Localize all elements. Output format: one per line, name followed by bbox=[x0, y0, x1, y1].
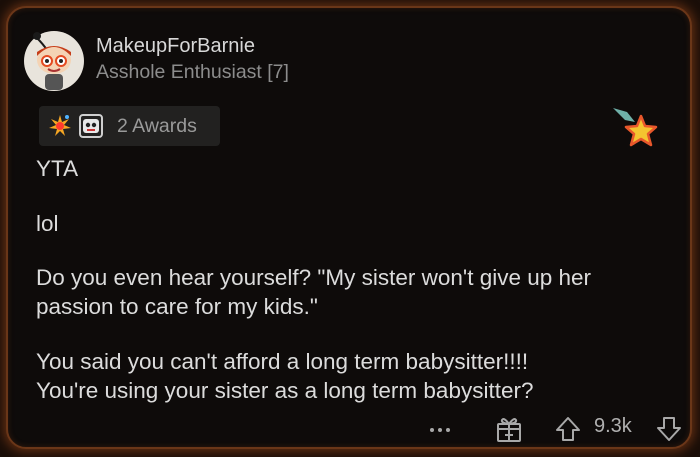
robot-award-icon bbox=[79, 114, 103, 138]
user-flair: Asshole Enthusiast [7] bbox=[96, 61, 289, 83]
comment-line: You're using your sister as a long term … bbox=[36, 378, 534, 403]
username[interactable]: MakeupForBarnie bbox=[96, 35, 255, 58]
comment-paragraph: YTA bbox=[36, 156, 79, 181]
explosion-award-icon bbox=[49, 115, 71, 136]
comment-line: Do you even hear yourself? "My sister wo… bbox=[36, 265, 592, 290]
comment-line: passion to care for my kids." bbox=[36, 294, 318, 319]
comment-paragraph: Do you even hear yourself? "My sister wo… bbox=[36, 263, 591, 321]
comment-paragraph: lol bbox=[36, 211, 59, 236]
more-dots-icon[interactable] bbox=[428, 415, 452, 443]
awards-badge[interactable]: 2 Awards bbox=[39, 106, 220, 146]
gift-icon[interactable] bbox=[495, 415, 523, 443]
comment-paragraph: You said you can't afford a long term ba… bbox=[36, 347, 533, 405]
vote-score: 9.3k bbox=[594, 415, 632, 437]
upvote-arrow-icon[interactable] bbox=[555, 415, 581, 443]
comment-line: You said you can't afford a long term ba… bbox=[36, 349, 529, 374]
avatar-icon[interactable] bbox=[23, 30, 85, 92]
downvote-arrow-icon[interactable] bbox=[656, 415, 682, 443]
awards-count: 2 Awards bbox=[117, 115, 197, 137]
comment-card: MakeupForBarnie Asshole Enthusiast [7] 2… bbox=[6, 6, 692, 449]
falling-star-icon[interactable] bbox=[611, 106, 659, 148]
